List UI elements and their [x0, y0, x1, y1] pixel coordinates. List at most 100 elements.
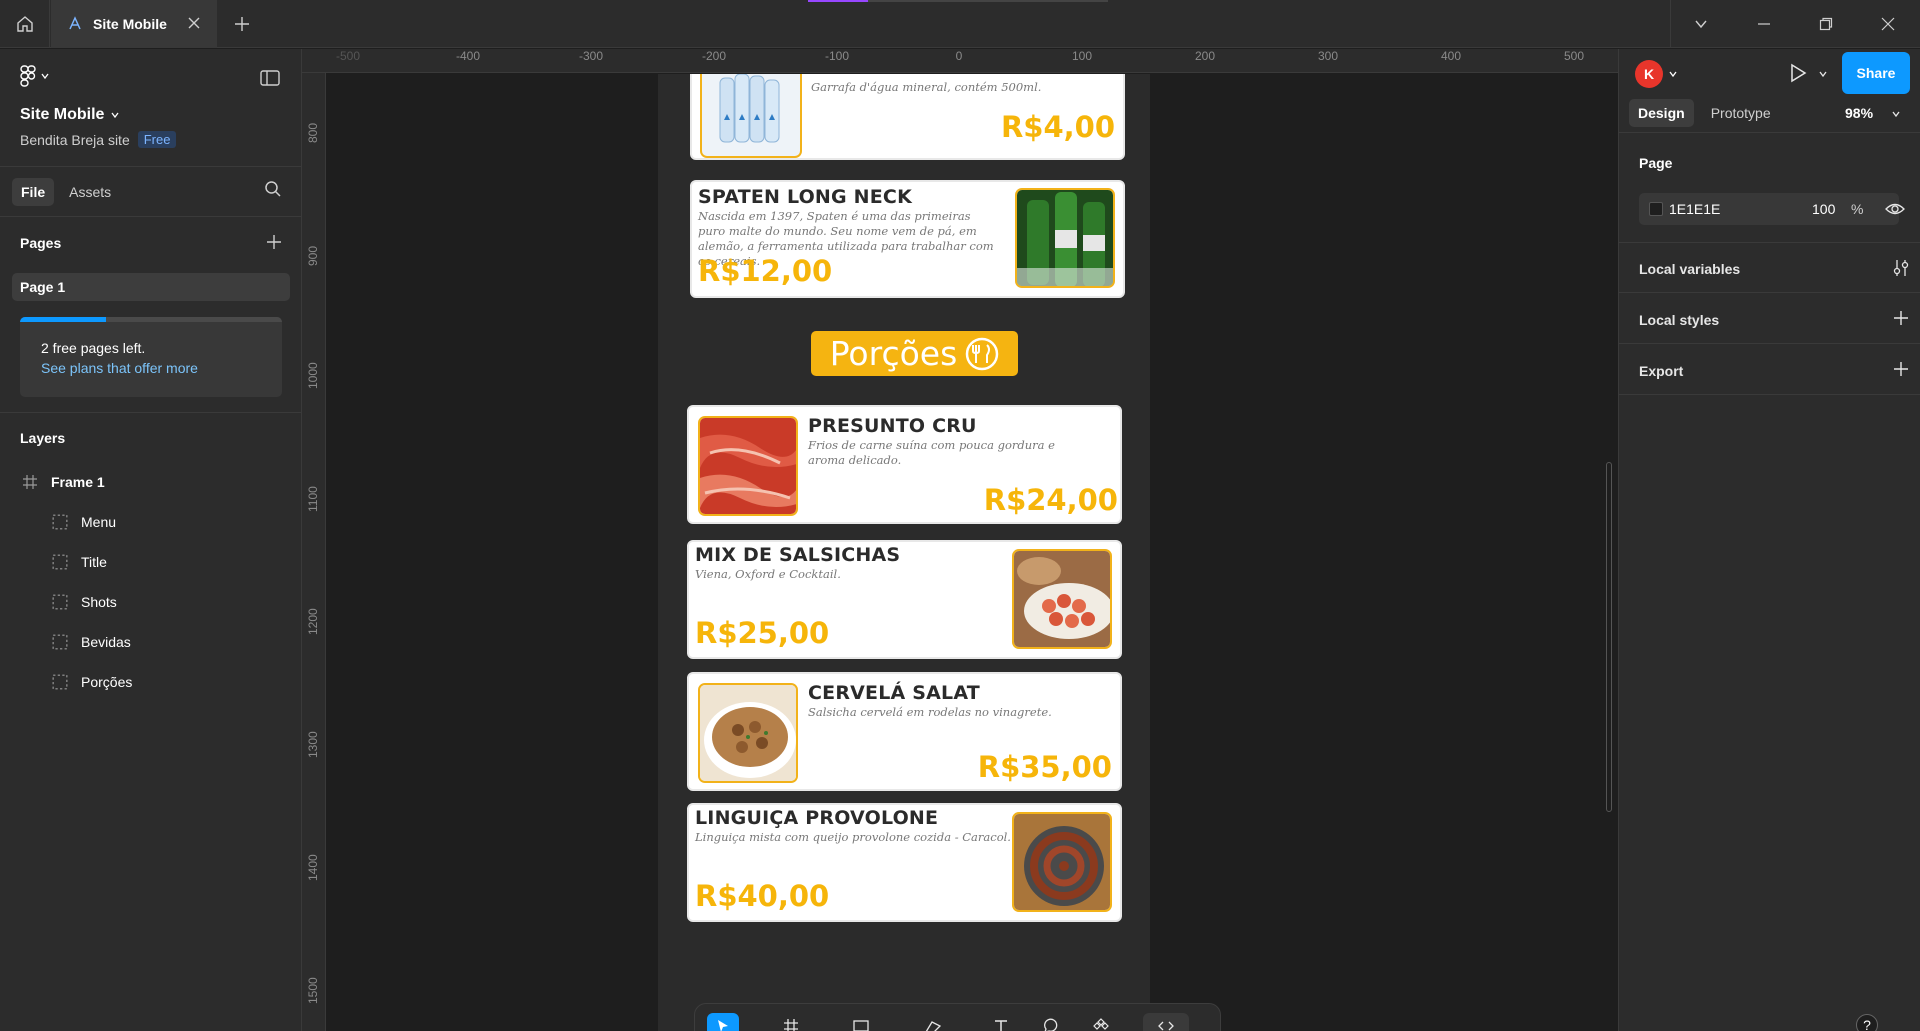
close-icon[interactable] [187, 16, 201, 30]
right-panel: K Share Design Prototype 98% Page 1E1E1E… [1618, 49, 1920, 1031]
page-item-page-1[interactable]: Page 1 [12, 273, 290, 301]
chevron-down-icon[interactable] [1668, 69, 1678, 79]
left-tabs: File Assets [12, 178, 120, 206]
actions-tool-button[interactable] [1085, 1013, 1117, 1031]
restore-button[interactable] [1795, 0, 1857, 48]
figma-file-icon [69, 16, 81, 30]
layer-frame-1[interactable]: Frame 1 [0, 468, 301, 496]
chevron-down-icon[interactable] [1891, 109, 1901, 119]
close-window-icon [1881, 17, 1895, 31]
rectangle-tool-button[interactable] [845, 1013, 877, 1031]
linguica-image [1014, 814, 1110, 910]
chevron-down-icon[interactable] [1818, 69, 1828, 79]
chevron-down-icon [1695, 20, 1707, 29]
eye-icon[interactable] [1885, 201, 1905, 217]
ruler-tick: -500 [335, 49, 361, 63]
variables-icon[interactable] [1893, 259, 1909, 277]
product-name: PRESUNTO CRU [808, 415, 977, 437]
plus-icon[interactable] [1893, 361, 1909, 377]
comment-tool-button[interactable] [1035, 1013, 1067, 1031]
layer-title[interactable]: Title [0, 548, 301, 576]
product-card-mix-de-salsichas[interactable]: MIX DE SALSICHAS Viena, Oxford e Cocktai… [687, 540, 1122, 659]
file-title[interactable]: Site Mobile [20, 106, 120, 124]
product-image [698, 683, 798, 783]
zoom-level[interactable]: 98% [1845, 105, 1873, 121]
help-button[interactable]: ? [1856, 1014, 1878, 1031]
plus-icon[interactable] [1893, 310, 1909, 326]
tab-prototype[interactable]: Prototype [1702, 99, 1780, 127]
page-fill-row[interactable]: 1E1E1E 100 % [1639, 193, 1899, 225]
section-label-porcoes[interactable]: Porções [811, 331, 1018, 376]
project-name[interactable]: Bendita Breja site [20, 132, 130, 148]
local-styles-label: Local styles [1639, 312, 1720, 328]
layer-label: Bevidas [81, 634, 131, 650]
export-row[interactable]: Export [1639, 361, 1909, 379]
text-icon [995, 1020, 1007, 1031]
product-card-spaten[interactable]: SPATEN LONG NECK Nascida em 1397, Spaten… [690, 180, 1125, 298]
comment-icon [1044, 1018, 1058, 1031]
avatar[interactable]: K [1635, 60, 1663, 88]
pen-tool-button[interactable] [917, 1013, 949, 1031]
page-opacity[interactable]: 100 [1812, 201, 1835, 217]
product-price: R$25,00 [695, 616, 830, 650]
ruler-tick: 500 [1563, 49, 1585, 63]
new-tab-button[interactable] [230, 12, 254, 36]
beer-bottles-image [1017, 190, 1113, 286]
sidebar-toggle-icon[interactable] [260, 69, 280, 87]
local-variables-row[interactable]: Local variables [1639, 259, 1909, 277]
page-color-hex[interactable]: 1E1E1E [1669, 201, 1720, 217]
pen-icon [925, 1021, 942, 1031]
product-name: LINGUIÇA PROVOLONE [695, 807, 939, 829]
plan-badge[interactable]: Free [137, 131, 177, 148]
frame-tool-button[interactable] [775, 1013, 807, 1031]
tab-design[interactable]: Design [1629, 99, 1694, 127]
frame-icon [23, 475, 37, 489]
ruler-horizontal: -500 -400 -300 -200 -100 0 100 200 300 4… [302, 49, 1618, 73]
local-styles-row[interactable]: Local styles [1639, 310, 1909, 328]
tabs-dropdown-button[interactable] [1670, 0, 1732, 48]
canvas-scrollbar[interactable] [1606, 462, 1612, 812]
layer-porcoes[interactable]: Porções [0, 668, 301, 696]
left-panel: Site Mobile Bendita Breja site Free File… [0, 49, 302, 1031]
product-card-linguica-provolone[interactable]: LINGUIÇA PROVOLONE Linguiça mista com qu… [687, 803, 1122, 922]
divider [1619, 132, 1920, 133]
ruler-tick: -300 [578, 49, 604, 63]
tab-file[interactable]: File [12, 178, 55, 206]
color-swatch[interactable] [1649, 202, 1663, 216]
frame-icon [784, 1019, 798, 1031]
search-icon[interactable] [264, 180, 282, 198]
tab-site-mobile[interactable]: Site Mobile [51, 0, 217, 48]
play-icon[interactable] [1789, 63, 1807, 83]
product-name: MIX DE SALSICHAS [695, 544, 901, 566]
close-window-button[interactable] [1857, 0, 1919, 48]
plus-icon [235, 17, 249, 31]
product-card-water[interactable]: Garrafa d'água mineral, contém 500ml. R$… [690, 74, 1125, 160]
main-menu-button[interactable] [20, 65, 50, 87]
dev-mode-toggle[interactable] [1143, 1013, 1189, 1031]
layer-shots[interactable]: Shots [0, 588, 301, 616]
layers-heading: Layers [20, 430, 66, 446]
home-button[interactable] [0, 0, 50, 48]
layer-menu[interactable]: Menu [0, 508, 301, 536]
tab-assets[interactable]: Assets [60, 178, 120, 206]
see-plans-link[interactable]: See plans that offer more [41, 360, 198, 376]
add-page-icon[interactable] [266, 234, 282, 250]
text-tool-button[interactable] [985, 1013, 1017, 1031]
layer-label: Frame 1 [51, 474, 105, 490]
presunto-image [700, 418, 796, 514]
minimize-button[interactable] [1733, 0, 1795, 48]
product-description: Linguiça mista com queijo provolone cozi… [695, 830, 1011, 844]
ruler-tick: -200 [701, 49, 727, 63]
product-name: CERVELÁ SALAT [808, 682, 980, 704]
divider [0, 166, 301, 167]
share-button[interactable]: Share [1842, 52, 1910, 94]
chevron-down-icon [41, 73, 49, 80]
product-card-presunto-cru[interactable]: PRESUNTO CRU Frios de carne suína com po… [687, 405, 1122, 524]
design-canvas[interactable]: Garrafa d'água mineral, contém 500ml. R$… [327, 74, 1618, 1031]
group-icon [52, 634, 68, 650]
page-section-title: Page [1639, 155, 1673, 171]
product-card-cervela-salat[interactable]: CERVELÁ SALAT Salsicha cervelá em rodela… [687, 672, 1122, 791]
move-tool-button[interactable] [707, 1013, 739, 1031]
divider [1619, 394, 1920, 395]
layer-bevidas[interactable]: Bevidas [0, 628, 301, 656]
